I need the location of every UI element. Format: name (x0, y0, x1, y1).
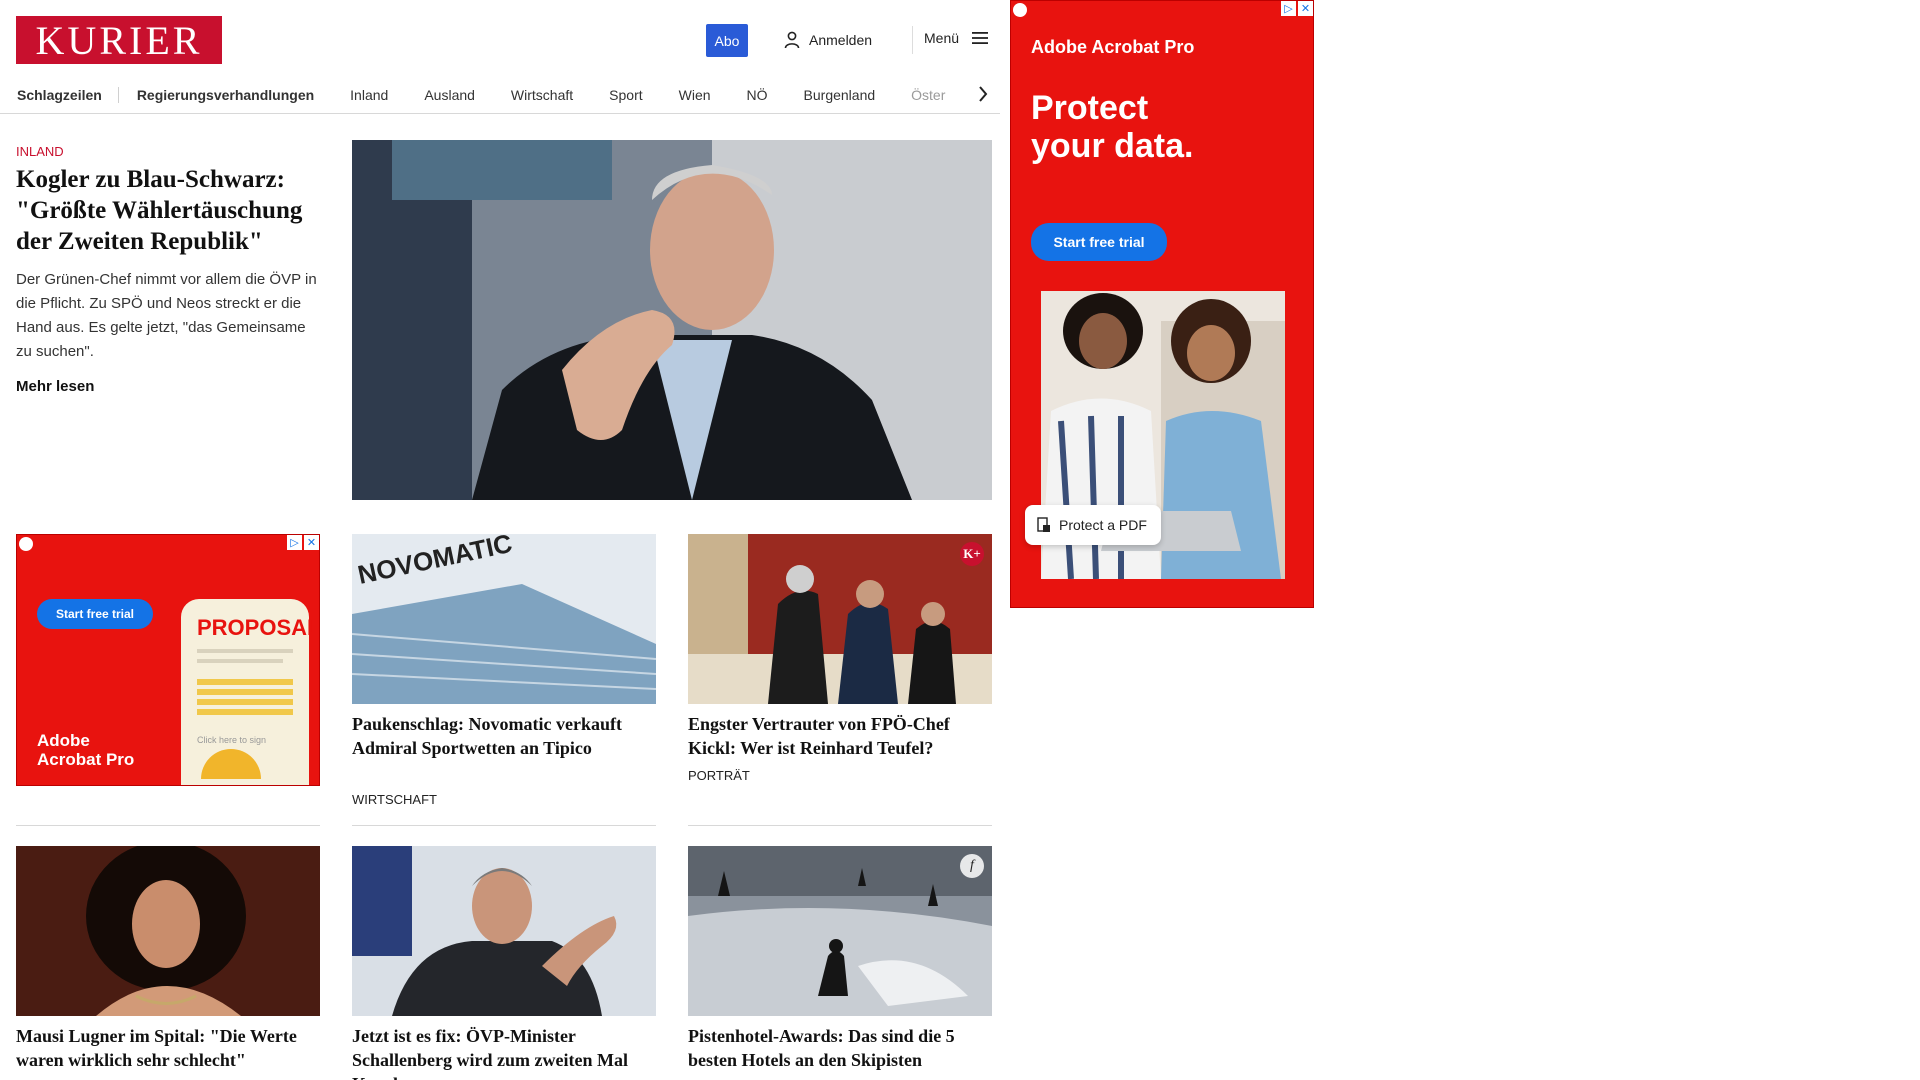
lead-kicker[interactable]: INLAND (16, 144, 64, 159)
card-title-schallenberg[interactable]: Jetzt ist es fix: ÖVP-Minister Schallenb… (352, 1024, 656, 1080)
nav-item-ausland[interactable]: Ausland (406, 87, 493, 103)
menu-button[interactable]: Menü (924, 30, 989, 46)
card-title-teufel[interactable]: Engster Vertrauter von FPÖ-Chef Kickl: W… (688, 712, 992, 760)
card-image-teufel[interactable]: K+ (688, 534, 992, 704)
ad-small-doc-title: PROPOSAL (197, 615, 320, 640)
section-nav: Schlagzeilen Regierungsverhandlungen Inl… (0, 76, 1000, 114)
read-more-link[interactable]: Mehr lesen (16, 378, 94, 395)
adchoices-icon[interactable]: ▷ (1281, 1, 1296, 16)
menu-label: Menü (924, 30, 960, 46)
ad-small-brand-line2: Acrobat Pro (37, 750, 135, 769)
ad-small-document: PROPOSAL Click here to sign (181, 599, 319, 785)
ad-large-cta-button[interactable]: Start free trial (1031, 223, 1167, 261)
ad-info-icon[interactable] (1013, 3, 1027, 17)
card-image-schallenberg[interactable] (352, 846, 656, 1016)
nav-item-sport[interactable]: Sport (591, 87, 660, 103)
ad-small-cta-button[interactable]: Start free trial (37, 599, 153, 629)
ad-large-headline: Protect your data. (1031, 89, 1193, 165)
chevron-right-icon (979, 86, 988, 102)
nav-item-noe[interactable]: NÖ (729, 87, 786, 103)
lead-headline[interactable]: Kogler zu Blau-Schwarz: "Größte Wählertä… (16, 164, 328, 257)
row-divider (16, 825, 320, 826)
card-category-label: PORTRÄT (688, 768, 750, 783)
card-category-label: WIRTSCHAFT (352, 792, 437, 807)
nav-item-oesterreich[interactable]: Öster (893, 87, 963, 103)
login-button[interactable]: Anmelden (784, 30, 872, 50)
nav-item-burgenland[interactable]: Burgenland (786, 87, 894, 103)
card-image-lugner[interactable] (16, 846, 320, 1016)
abo-button[interactable]: Abo (706, 24, 748, 57)
ad-acrobat-large[interactable]: ▷ ✕ Adobe Acrobat Pro Protect your data.… (1010, 0, 1314, 608)
row-divider (352, 825, 656, 826)
ad-acrobat-small[interactable]: ▷ ✕ Start free trial Adobe Acrobat Pro P… (16, 534, 320, 786)
lead-image[interactable] (352, 140, 992, 500)
card-image-novomatic[interactable]: NOVOMATIC (352, 534, 656, 704)
ad-large-headline-line1: Protect (1031, 89, 1149, 127)
card-category-wirtschaft[interactable]: WIRTSCHAFT (352, 792, 437, 807)
nav-item-wirtschaft[interactable]: Wirtschaft (493, 87, 591, 103)
protect-pdf-label: Protect a PDF (1059, 517, 1147, 533)
kurier-logo[interactable]: KURIER (16, 16, 222, 64)
lock-document-icon (1037, 517, 1050, 532)
card-title-lugner[interactable]: Mausi Lugner im Spital: "Die Werte waren… (16, 1024, 320, 1072)
hamburger-icon (972, 32, 989, 44)
nav-item-schlagzeilen[interactable]: Schlagzeilen (0, 86, 119, 103)
row-divider (688, 825, 992, 826)
freizeit-badge: f (960, 854, 984, 878)
nav-item-regierungsverhandlungen[interactable]: Regierungsverhandlungen (119, 87, 332, 103)
nav-item-inland[interactable]: Inland (332, 87, 406, 103)
kurier-plus-badge: K+ (960, 542, 984, 566)
user-icon (784, 31, 800, 49)
protect-pdf-chip[interactable]: Protect a PDF (1025, 505, 1161, 545)
nav-scroll-right-button[interactable] (970, 78, 996, 110)
card-image-pistenhotel[interactable]: f (688, 846, 992, 1016)
ad-large-headline-line2: your data. (1031, 127, 1194, 165)
card-title-pistenhotel[interactable]: Pistenhotel-Awards: Das sind die 5 beste… (688, 1024, 992, 1072)
ad-controls: ▷ ✕ (1281, 1, 1313, 16)
lead-teaser: Der Grünen-Chef nimmt vor allem die ÖVP … (16, 271, 317, 360)
ad-small-brand: Adobe Acrobat Pro (37, 731, 134, 769)
ad-small-brand-line1: Adobe (37, 731, 90, 750)
header-separator (912, 26, 913, 54)
ad-info-icon[interactable] (19, 537, 33, 551)
ad-controls: ▷ ✕ (287, 535, 319, 550)
login-label: Anmelden (809, 32, 873, 48)
nav-item-wien[interactable]: Wien (661, 87, 729, 103)
adchoices-icon[interactable]: ▷ (287, 535, 302, 550)
close-icon[interactable]: ✕ (304, 535, 319, 550)
card-category-portraet[interactable]: PORTRÄT (688, 768, 750, 783)
ad-large-brand: Adobe Acrobat Pro (1031, 37, 1195, 57)
close-icon[interactable]: ✕ (1298, 1, 1313, 16)
card-title-novomatic[interactable]: Paukenschlag: Novomatic ver­kauft Admira… (352, 712, 656, 760)
ad-small-doc-sign: Click here to sign (197, 735, 267, 745)
